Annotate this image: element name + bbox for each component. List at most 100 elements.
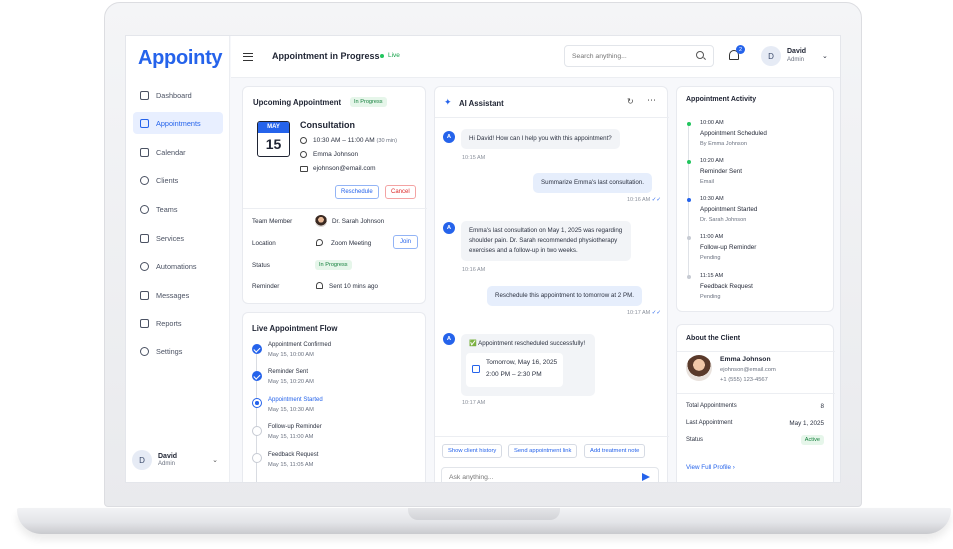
chevron-down-icon[interactable]: ⌄ (822, 52, 828, 60)
client-status-badge: Active (800, 435, 824, 445)
flow-step-label: Feedback Request (268, 452, 319, 458)
sidebar-item-teams[interactable]: Teams (133, 198, 223, 220)
sidebar-item-label: Appointments (156, 118, 201, 128)
users-icon (140, 175, 149, 185)
cancel-button[interactable]: Cancel (385, 185, 416, 199)
team-member-value: Dr. Sarah Johnson (332, 218, 385, 225)
activity-time: 10:00 AM (700, 120, 724, 126)
activity-sub: Dr. Sarah Johnson (700, 217, 747, 223)
card-title: Upcoming Appointment (253, 98, 342, 107)
activity-sub: By Emma Johnson (700, 141, 747, 147)
duration: (30 min) (376, 138, 397, 144)
avatar: D (132, 450, 152, 470)
quick-action-add-note[interactable]: Add treatment note (584, 444, 646, 458)
activity-dot-icon (686, 160, 691, 164)
activity-title: Follow-up Reminder (700, 244, 757, 251)
laptop-notch (408, 508, 560, 520)
upcoming-appointment-card: Upcoming Appointment In Progress MAY 15 … (242, 86, 427, 304)
view-profile-link[interactable]: View Full Profile › (686, 464, 735, 471)
sidebar-item-services[interactable]: Services (133, 227, 223, 249)
stat-label: Total Appointments (686, 403, 737, 409)
quick-action-show-history[interactable]: Show client history (442, 444, 503, 458)
refresh-icon[interactable]: ↻ (627, 97, 634, 106)
send-icon[interactable] (642, 473, 650, 481)
user-role: Admin (787, 57, 805, 63)
join-button[interactable]: Join (393, 235, 419, 249)
app-screen: Appointy Dashboard Appointments Calendar… (125, 35, 841, 483)
stat-label: Last Appointment (686, 420, 733, 426)
activity-title: Appointment Scheduled (700, 130, 767, 137)
location-value: Zoom Meeting (331, 240, 372, 247)
bell-icon (316, 282, 323, 289)
calendar-icon (472, 365, 480, 373)
sidebar-item-label: Automations (156, 261, 197, 271)
assistant-avatar: A (443, 333, 455, 345)
activity-time: 11:15 AM (700, 273, 724, 279)
activity-time: 11:00 AM (700, 234, 724, 240)
search-input[interactable] (564, 45, 714, 67)
more-options-icon[interactable]: ⋯ (647, 95, 656, 106)
divider (243, 208, 427, 209)
step-active-icon (252, 398, 262, 408)
step-pending-icon (252, 453, 262, 463)
menu-icon[interactable] (243, 53, 253, 61)
status-label: Status (252, 262, 270, 269)
reminder-value: Sent 10 mins ago (329, 283, 379, 290)
chat-input[interactable] (441, 467, 659, 482)
message-time: 10:15 AM (462, 155, 486, 161)
card-title: Live Appointment Flow (252, 324, 338, 333)
step-pending-icon (252, 426, 262, 436)
live-dot-icon (380, 53, 384, 58)
status-value-badge: In Progress (315, 260, 352, 270)
step-done-icon (252, 344, 262, 354)
client-avatar (686, 355, 712, 381)
sidebar-item-label: Settings (156, 346, 183, 356)
sidebar-item-calendar[interactable]: Calendar (133, 141, 223, 163)
clock-icon (300, 137, 307, 144)
sidebar-item-messages[interactable]: Messages (133, 284, 223, 306)
assistant-message: Emma's last consultation on May 1, 2025 … (461, 221, 631, 261)
sidebar-item-label: Clients (156, 175, 179, 185)
live-indicator: Live (380, 52, 400, 59)
search-icon[interactable] (696, 51, 704, 59)
flow-step-time: May 15, 11:00 AM (268, 434, 314, 440)
activity-dot-icon (686, 275, 691, 279)
header-avatar[interactable]: D (761, 46, 781, 66)
flow-step-label: Reminder Sent (268, 369, 309, 375)
divider (435, 436, 669, 437)
message-time-text: 10:17 AM (627, 310, 651, 316)
team-icon (140, 204, 149, 214)
assistant-avatar: A (443, 131, 455, 143)
activity-dot-icon (686, 236, 691, 240)
new-time: 2:00 PM – 2:30 PM (486, 371, 542, 378)
clipboard-icon (140, 233, 149, 243)
chart-icon (140, 318, 149, 328)
user-icon (300, 151, 307, 158)
sidebar-item-appointments[interactable]: Appointments (133, 112, 223, 134)
team-member-label: Team Member (252, 218, 293, 225)
read-receipt-icon: ✓✓ (651, 197, 661, 203)
header-user[interactable]: David Admin (787, 48, 806, 63)
flow-step-label: Follow-up Reminder (268, 424, 322, 430)
user-message: Summarize Emma's last consultation. (533, 173, 652, 193)
sidebar-item-settings[interactable]: Settings (133, 340, 223, 362)
quick-action-send-link[interactable]: Send appointment link (508, 444, 578, 458)
sidebar-item-label: Reports (156, 318, 182, 328)
sidebar-user-menu[interactable]: D David Admin ⌄ (132, 447, 224, 473)
stat-value: May 1, 2025 (789, 420, 824, 427)
sidebar-item-automations[interactable]: Automations (133, 255, 223, 277)
flow-step-label: Appointment Confirmed (268, 342, 332, 348)
location-pin-icon (316, 239, 323, 246)
chevron-down-icon: ⌄ (212, 457, 218, 464)
sidebar-item-dashboard[interactable]: Dashboard (133, 84, 223, 106)
gear-icon (140, 346, 149, 356)
sidebar-item-label: Calendar (156, 147, 186, 157)
logo[interactable]: Appointy (138, 47, 223, 70)
sidebar-item-clients[interactable]: Clients (133, 169, 223, 191)
team-member-avatar (315, 215, 327, 227)
reschedule-button[interactable]: Reschedule (335, 185, 379, 199)
sidebar-item-reports[interactable]: Reports (133, 312, 223, 334)
stat-label: Status (686, 437, 704, 443)
message-icon (140, 290, 149, 300)
card-title: About the Client (686, 335, 741, 342)
